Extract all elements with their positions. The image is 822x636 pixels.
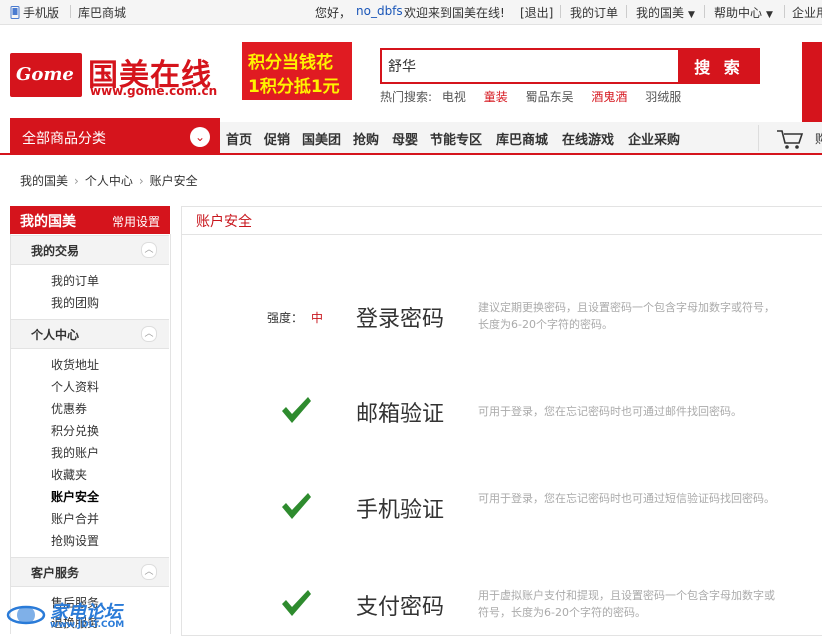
sidebar-section-trade[interactable]: 我的交易 ︿: [11, 235, 169, 265]
sidebar-item-security[interactable]: 账户安全: [51, 488, 99, 505]
sidebar-item-points[interactable]: 积分兑换: [51, 422, 99, 439]
chevron-down-icon: ⌄: [190, 127, 210, 147]
help-center-menu[interactable]: 帮助中心 ▼: [714, 4, 773, 21]
right-promo-banner[interactable]: [802, 42, 822, 122]
help-center-label: 帮助中心: [714, 6, 763, 20]
section-title: 我的交易: [31, 244, 80, 258]
shopping-cart-icon: [777, 130, 804, 149]
sidebar-item-profile[interactable]: 个人资料: [51, 378, 99, 395]
globe-icon: [6, 605, 46, 625]
chevron-right-icon: ›: [138, 174, 144, 188]
email-verify-title: 邮箱验证: [356, 402, 445, 427]
hot-search-label: 热门搜索:: [380, 90, 433, 104]
search-button[interactable]: 搜 索: [678, 48, 760, 84]
login-password-title: 登录密码: [356, 307, 445, 332]
hot-search-term[interactable]: 电视: [442, 90, 466, 104]
hot-search-term[interactable]: 酒鬼酒: [591, 90, 627, 104]
points-promo-banner[interactable]: 积分当钱花 1积分抵1元: [242, 42, 352, 100]
sidebar-item-flash-settings[interactable]: 抢购设置: [51, 532, 99, 549]
all-categories-button[interactable]: 全部商品分类 ⌄: [10, 118, 220, 155]
my-gome-label: 我的国美: [636, 6, 685, 20]
strength-label: 强度：: [267, 311, 304, 325]
chevron-up-icon[interactable]: ︿: [141, 326, 157, 342]
hot-search-term[interactable]: 蜀品东吴: [526, 90, 574, 104]
divider: [182, 234, 822, 235]
security-panel: [181, 206, 822, 636]
section-title: 客户服务: [31, 566, 80, 580]
panel-title: 账户安全: [196, 214, 252, 230]
hot-searches: 热门搜索: 电视 童装 蜀品东吴 酒鬼酒 羽绒服: [380, 88, 695, 105]
breadcrumb-item[interactable]: 个人中心: [85, 174, 133, 188]
checkmark-icon: [282, 493, 311, 519]
sidebar-title: 我的国美: [20, 214, 76, 230]
all-categories-label: 全部商品分类: [22, 131, 106, 147]
strength-value: 中: [311, 311, 324, 325]
username-link[interactable]: no_dbfs: [356, 4, 403, 18]
welcome-text: 欢迎来到国美在线!: [404, 6, 505, 20]
breadcrumb: 我的国美 › 个人中心 › 账户安全: [20, 172, 198, 189]
sidebar-item-merge[interactable]: 账户合并: [51, 510, 99, 527]
logo-en-text: Gome: [16, 64, 74, 85]
caret-down-icon: ▼: [766, 10, 773, 20]
nav-item-enterprise[interactable]: 企业采购: [628, 129, 680, 148]
sidebar-section-service[interactable]: 客户服务 ︿: [11, 557, 169, 587]
sidebar-item-coupons[interactable]: 优惠券: [51, 400, 87, 417]
sidebar-item-favorites[interactable]: 收藏夹: [51, 466, 87, 483]
caret-down-icon: ▼: [688, 10, 695, 20]
koobee-link[interactable]: 库巴商城: [78, 4, 126, 21]
nav-item-energy[interactable]: 节能专区: [430, 129, 482, 148]
hot-search-term[interactable]: 羽绒服: [645, 90, 681, 104]
sidebar-item-address[interactable]: 收货地址: [51, 356, 99, 373]
phone-verify-desc: 可用于登录，您在忘记密码时也可通过短信验证码找回密码。: [478, 492, 775, 505]
chevron-right-icon: ›: [74, 174, 79, 188]
email-verify-desc: 可用于登录，您在忘记密码时也可通过邮件找回密码。: [478, 405, 742, 418]
gome-logo-mark[interactable]: Gome: [10, 53, 82, 97]
common-settings-link[interactable]: 常用设置: [112, 213, 160, 230]
nav-underline: [0, 153, 822, 155]
nav-item-koobee[interactable]: 库巴商城: [496, 129, 548, 148]
sidebar-section-personal[interactable]: 个人中心 ︿: [11, 319, 169, 349]
cart-label: 购: [815, 132, 822, 146]
promo-line-2: 1积分抵1元: [248, 77, 340, 97]
chevron-up-icon[interactable]: ︿: [141, 242, 157, 258]
nav-item-flash[interactable]: 抢购: [353, 129, 379, 148]
password-strength: 强度： 中: [267, 309, 323, 326]
my-orders-link[interactable]: 我的订单: [570, 4, 618, 21]
nav-item-baby[interactable]: 母婴: [392, 129, 418, 148]
pay-password-desc: 用于虚拟账户支付和提现，且设置密码一个包含字母加数字或符号，长度为6-20个字符…: [478, 589, 775, 619]
watermark-url: www.JDLT.COM: [50, 620, 125, 630]
pay-password-title: 支付密码: [356, 595, 445, 620]
nav-item-games[interactable]: 在线游戏: [562, 129, 614, 148]
section-title: 个人中心: [31, 328, 80, 342]
phone-verify-title: 手机验证: [356, 498, 445, 523]
breadcrumb-item: 账户安全: [149, 174, 198, 188]
checkmark-icon: [282, 590, 311, 616]
sidebar-item-my-groupbuy[interactable]: 我的团购: [51, 294, 99, 311]
nav-item-group[interactable]: 国美团: [302, 129, 341, 148]
mobile-link-label: 手机版: [23, 6, 60, 20]
sidebar-item-account[interactable]: 我的账户: [51, 444, 99, 461]
phone-icon: [10, 6, 20, 19]
enterprise-link[interactable]: 企业用: [792, 4, 822, 21]
promo-line-1: 积分当钱花: [248, 53, 333, 73]
greeting-text: 您好，: [315, 6, 352, 20]
breadcrumb-item[interactable]: 我的国美: [20, 174, 68, 188]
logout-link[interactable]: [退出]: [520, 4, 553, 21]
login-password-desc: 建议定期更换密码，且设置密码一个包含字母加数字或符号，长度为6-20个字符的密码…: [478, 301, 775, 331]
checkmark-icon: [282, 397, 311, 423]
nav-item-promo[interactable]: 促销: [264, 129, 290, 148]
chevron-up-icon[interactable]: ︿: [141, 564, 157, 580]
cart-button[interactable]: 购: [758, 125, 822, 151]
sidebar-header: 我的国美 常用设置: [10, 206, 170, 234]
top-utility-bar: 手机版 库巴商城 您好， no_dbfs 欢迎来到国美在线! [退出] 我的订单…: [0, 0, 822, 25]
search-input[interactable]: [380, 48, 684, 84]
sidebar-item-my-orders[interactable]: 我的订单: [51, 272, 99, 289]
mobile-link[interactable]: 手机版: [10, 4, 59, 21]
my-gome-menu[interactable]: 我的国美 ▼: [636, 4, 695, 21]
hot-search-term[interactable]: 童装: [484, 90, 508, 104]
nav-item-home[interactable]: 首页: [226, 129, 252, 148]
forum-watermark: 家电论坛 www.JDLT.COM: [6, 596, 156, 634]
logo-url-text: www.gome.com.cn: [90, 84, 218, 98]
